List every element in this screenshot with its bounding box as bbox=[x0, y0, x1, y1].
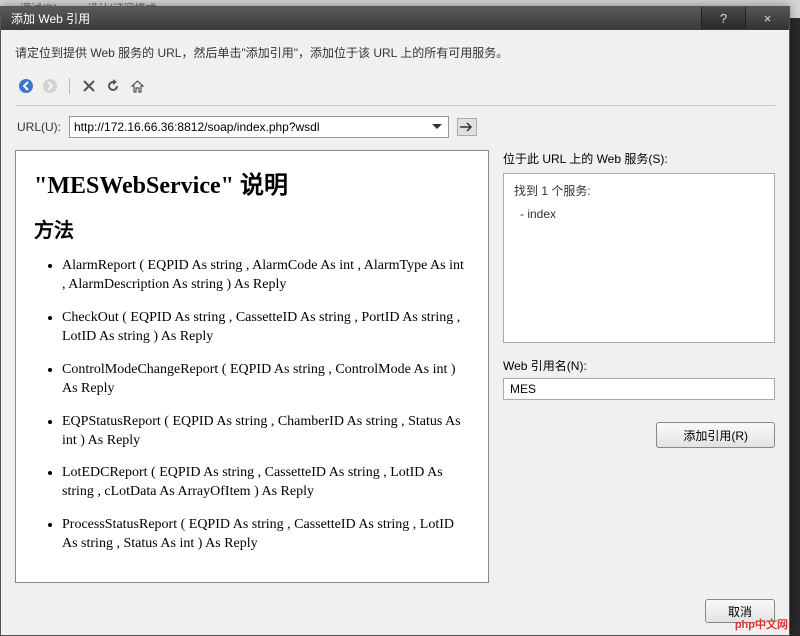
url-combobox[interactable] bbox=[69, 116, 449, 138]
home-icon[interactable] bbox=[128, 77, 146, 95]
method-item: ProcessStatusReport ( EQPID As string , … bbox=[62, 516, 470, 554]
toolbar-separator bbox=[69, 78, 70, 94]
back-icon[interactable] bbox=[17, 77, 35, 95]
services-panel: 位于此 URL 上的 Web 服务(S): 找到 1 个服务: - index … bbox=[503, 150, 775, 583]
go-button[interactable] bbox=[457, 118, 477, 136]
chevron-down-icon[interactable] bbox=[430, 117, 444, 137]
method-item: CheckOut ( EQPID As string , CassetteID … bbox=[62, 309, 470, 347]
refresh-icon[interactable] bbox=[104, 77, 122, 95]
url-label: URL(U): bbox=[17, 120, 61, 134]
dialog-title: 添加 Web 引用 bbox=[11, 10, 90, 27]
help-button[interactable]: ? bbox=[701, 7, 745, 29]
dialog-footer: 取消 bbox=[1, 591, 789, 635]
services-listbox[interactable]: 找到 1 个服务: - index bbox=[503, 173, 775, 343]
method-item: ControlModeChangeReport ( EQPID As strin… bbox=[62, 361, 470, 399]
url-row: URL(U): bbox=[15, 106, 775, 150]
service-list-item[interactable]: - index bbox=[514, 207, 764, 221]
method-item: EQPStatusReport ( EQPID As string , Cham… bbox=[62, 413, 470, 451]
url-input[interactable] bbox=[74, 120, 430, 134]
ref-name-label: Web 引用名(N): bbox=[503, 357, 775, 374]
service-title: "MESWebService" 说明 bbox=[34, 165, 470, 200]
services-label: 位于此 URL 上的 Web 服务(S): bbox=[503, 150, 775, 167]
titlebar: 添加 Web 引用 ? × bbox=[1, 7, 789, 30]
stop-icon[interactable] bbox=[80, 77, 98, 95]
instruction-text: 请定位到提供 Web 服务的 URL，然后单击"添加引用"，添加位于该 URL … bbox=[15, 44, 775, 61]
watermark: php中文网 bbox=[735, 616, 788, 632]
methods-list: AlarmReport ( EQPID As string , AlarmCod… bbox=[34, 257, 470, 554]
nav-toolbar bbox=[15, 73, 775, 106]
methods-heading: 方法 bbox=[34, 214, 470, 243]
method-item: LotEDCReport ( EQPID As string , Cassett… bbox=[62, 464, 470, 502]
forward-icon bbox=[41, 77, 59, 95]
close-button[interactable]: × bbox=[745, 7, 789, 29]
ref-name-input[interactable] bbox=[503, 378, 775, 400]
method-item: AlarmReport ( EQPID As string , AlarmCod… bbox=[62, 257, 470, 295]
services-found-text: 找到 1 个服务: bbox=[514, 182, 764, 199]
add-reference-button[interactable]: 添加引用(R) bbox=[656, 422, 775, 448]
add-web-reference-dialog: 添加 Web 引用 ? × 请定位到提供 Web 服务的 URL，然后单击"添加… bbox=[0, 6, 790, 636]
service-description-pane[interactable]: "MESWebService" 说明 方法 AlarmReport ( EQPI… bbox=[15, 150, 489, 583]
